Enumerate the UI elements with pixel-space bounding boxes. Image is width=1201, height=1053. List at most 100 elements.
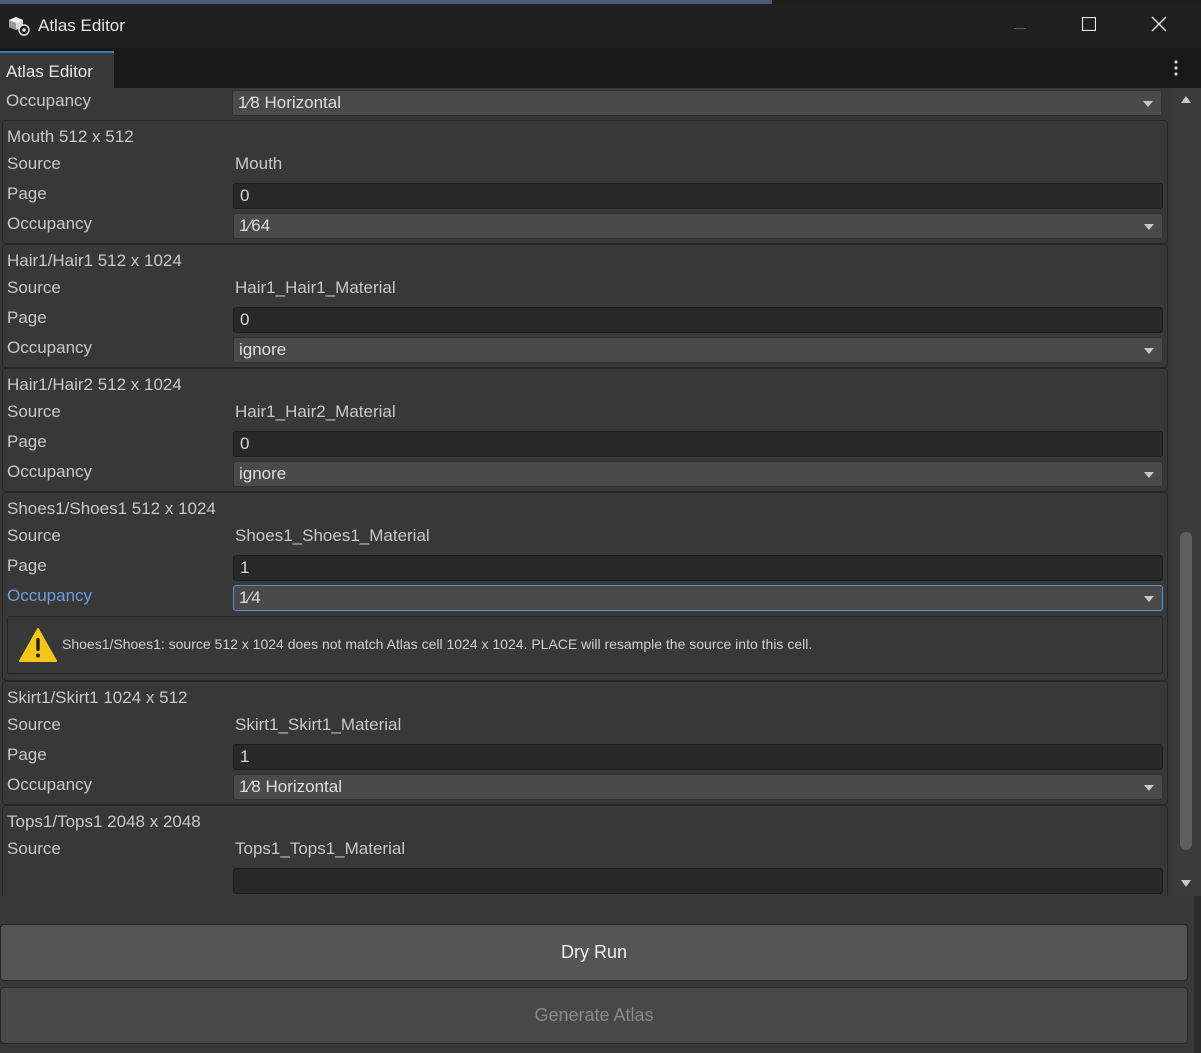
page-field[interactable]: 0	[233, 431, 1163, 457]
page-label: Page	[7, 184, 47, 203]
entry-title: Hair1/Hair1 512 x 1024	[7, 251, 182, 270]
source-row: Source Hair1_Hair2_Material	[3, 399, 1167, 429]
source-value: Tops1_Tops1_Material	[235, 839, 406, 858]
source-row: Source Tops1_Tops1_Material	[3, 836, 1167, 866]
occupancy-dropdown[interactable]: 1⁄64	[233, 213, 1163, 239]
entry-group: Shoes1/Shoes1 512 x 1024 Source Shoes1_Sh…	[2, 492, 1168, 681]
entry-group: Skirt1/Skirt1 1024 x 512 Source Skirt1_Sk…	[2, 681, 1168, 805]
page-field[interactable]: 1	[233, 555, 1163, 581]
entry-group: Mouth 512 x 512 Source Mouth Page 0 Occupa…	[2, 120, 1168, 244]
minimize-icon	[1014, 17, 1026, 35]
maximize-button[interactable]	[1054, 4, 1124, 48]
source-row: Source Mouth	[3, 151, 1167, 181]
occupancy-value: 1⁄8 Horizontal	[239, 777, 343, 796]
occupancy-value: ignore	[239, 340, 287, 359]
occupancy-dropdown[interactable]: ignore	[233, 337, 1163, 363]
occupancy-label: Occupancy	[7, 214, 93, 233]
occupancy-label: Occupancy	[7, 462, 93, 481]
source-value: Skirt1_Skirt1_Material	[235, 715, 402, 734]
entry-header: Hair1/Hair2 512 x 1024	[3, 369, 1167, 399]
entry-title: Hair1/Hair2 512 x 1024	[7, 375, 182, 394]
page-field[interactable]: 0	[233, 183, 1163, 209]
chevron-down-icon	[1144, 224, 1154, 230]
maximize-icon	[1081, 16, 1097, 36]
window-titlebar: Atlas Editor	[0, 4, 1201, 48]
warning-box: Shoes1/Shoes1: source 512 x 1024 does no…	[7, 616, 1163, 674]
occupancy-dropdown[interactable]: 1⁄8 Horizontal	[233, 774, 1163, 800]
chevron-down-icon	[1144, 348, 1154, 354]
scroll-up-icon[interactable]	[1181, 96, 1191, 103]
tab-atlas-editor[interactable]: Atlas Editor	[0, 51, 114, 88]
page-label: Page	[7, 432, 47, 451]
source-label: Source	[7, 839, 61, 858]
warning-triangle-icon	[18, 627, 58, 663]
occupancy-row: Occupancy 1⁄64	[3, 211, 1167, 243]
vertical-scrollbar[interactable]	[1172, 88, 1201, 896]
occupancy-label: Occupancy	[7, 775, 93, 794]
source-value: Shoes1_Shoes1_Material	[235, 526, 430, 545]
occupancy-dropdown[interactable]: ignore	[233, 461, 1163, 487]
minimize-button[interactable]	[985, 4, 1055, 48]
window-title: Atlas Editor	[38, 16, 125, 35]
entry-header: Hair1/Hair1 512 x 1024	[3, 245, 1167, 275]
source-value: Hair1_Hair2_Material	[235, 402, 396, 421]
occupancy-value: 1⁄4	[239, 588, 261, 607]
occupancy-value: 1⁄64	[239, 216, 271, 235]
chevron-down-icon	[1144, 596, 1154, 602]
scroll-down-icon[interactable]	[1181, 880, 1191, 887]
page-row	[3, 866, 1167, 896]
source-label: Source	[7, 715, 61, 734]
tab-bar: Atlas Editor	[0, 48, 1201, 88]
entry-header: Shoes1/Shoes1 512 x 1024	[3, 493, 1167, 523]
page-row: Page 0	[3, 429, 1167, 459]
page-field[interactable]: 0	[233, 307, 1163, 333]
entry-group: Tops1/Tops1 2048 x 2048 Source Tops1_Tops…	[2, 805, 1168, 896]
source-value: Mouth	[235, 154, 283, 173]
window-edge	[1194, 896, 1201, 1053]
entry-group: Hair1/Hair2 512 x 1024 Source Hair1_Hair2…	[2, 368, 1168, 492]
kebab-menu-icon[interactable]	[1166, 58, 1186, 78]
page-row: Page 0	[3, 181, 1167, 211]
occupancy-dropdown[interactable]: 1⁄4	[233, 585, 1163, 611]
occupancy-row: Occupancy 1⁄8 Horizontal	[3, 772, 1167, 804]
dry-run-button[interactable]: Dry Run	[0, 924, 1188, 981]
source-row: Source Hair1_Hair1_Material	[3, 275, 1167, 305]
occupancy-value: 1⁄8 Horizontal	[238, 93, 342, 112]
entry-title: Skirt1/Skirt1 1024 x 512	[7, 688, 188, 707]
page-row: Page 1	[3, 742, 1167, 772]
page-row: Page 1	[3, 553, 1167, 583]
occupancy-row: Occupancy 1⁄4	[3, 583, 1167, 613]
page-field[interactable]: 1	[233, 744, 1163, 770]
warning-message: Shoes1/Shoes1: source 512 x 1024 does no…	[62, 636, 813, 652]
entry-header: Skirt1/Skirt1 1024 x 512	[3, 682, 1167, 712]
scrollbar-thumb[interactable]	[1180, 532, 1192, 850]
entry-title: Shoes1/Shoes1 512 x 1024	[7, 499, 216, 518]
button-footer: Dry Run Generate Atlas	[0, 896, 1201, 1053]
source-label: Source	[7, 526, 61, 545]
occupancy-row: Occupancy ignore	[3, 335, 1167, 367]
occupancy-value: ignore	[239, 464, 287, 483]
entry-header: Tops1/Tops1 2048 x 2048	[3, 806, 1167, 836]
close-icon	[1151, 16, 1167, 37]
source-row: Source Shoes1_Shoes1_Material	[3, 523, 1167, 553]
occupancy-label: Occupancy	[7, 338, 93, 357]
entry-header: Mouth 512 x 512	[3, 121, 1167, 151]
page-field[interactable]	[233, 868, 1163, 894]
page-label: Page	[7, 745, 47, 764]
close-button[interactable]	[1124, 4, 1194, 48]
scroll-view[interactable]: Occupancy 1⁄8 Horizontal Mouth 512 x 512…	[0, 88, 1170, 896]
chevron-down-icon	[1144, 785, 1154, 791]
inspector-panel: Occupancy 1⁄8 Horizontal Mouth 512 x 512…	[0, 88, 1201, 896]
unity-cube-icon	[8, 16, 30, 36]
page-row: Page 0	[3, 305, 1167, 335]
occupancy-row: Occupancy 1⁄8 Horizontal	[0, 88, 1170, 120]
chevron-down-icon	[1144, 472, 1154, 478]
tab-label: Atlas Editor	[6, 62, 93, 81]
source-label: Source	[7, 402, 61, 421]
page-label: Page	[7, 308, 47, 327]
occupancy-label: Occupancy	[6, 91, 92, 110]
generate-atlas-button[interactable]: Generate Atlas	[0, 987, 1188, 1044]
entry-group: Hair1/Hair1 512 x 1024 Source Hair1_Hair1…	[2, 244, 1168, 368]
chevron-down-icon	[1143, 101, 1153, 107]
occupancy-dropdown[interactable]: 1⁄8 Horizontal	[232, 90, 1162, 116]
